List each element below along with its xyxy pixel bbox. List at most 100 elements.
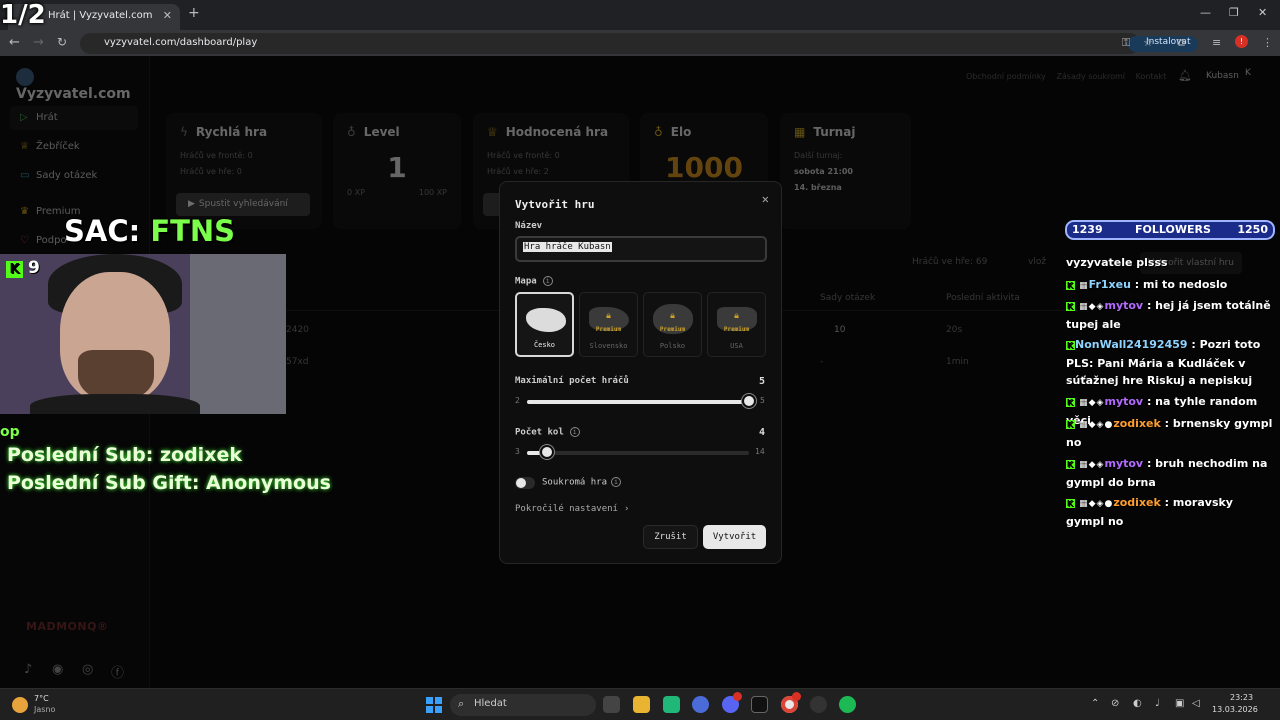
back-icon[interactable]: ← [9,35,20,50]
window-close-icon[interactable]: ✕ [1258,6,1267,19]
max-players-label: Maximální počet hráčů [515,376,629,386]
max-players-value: 5 [758,376,765,387]
reload-icon[interactable]: ↻ [57,35,67,49]
chat-badges-icon: K ▦◆◈ [1066,398,1105,408]
notification-badge [733,692,742,701]
kick-logo-icon: K [6,261,23,278]
menu-icon[interactable]: ⋮ [1262,36,1273,49]
password-key-icon[interactable]: ⚿ [1122,36,1130,50]
browser-toolbar: ← → ↻ vyzyvatel.com/dashboard/play Insta… [0,30,1280,56]
weather-temp[interactable]: 7°C [34,694,49,703]
lock-icon: 🔒︎ [606,311,611,321]
taskbar-search[interactable]: ⌕ Hledat [450,694,596,716]
info-icon[interactable]: i [569,427,580,437]
tray-chevron-icon[interactable]: ⌃ [1091,698,1099,709]
volume-icon[interactable]: ◁ [1192,698,1200,709]
address-bar[interactable]: vyzyvatel.com/dashboard/play Instalovat [80,33,1199,54]
chat-message: K ▦◆◈ mytov : hej já jsem totálně tupej … [1066,299,1271,331]
chevron-right-icon: › [623,504,630,514]
epic-games-icon[interactable] [751,696,768,713]
weather-moon-icon[interactable] [12,697,28,713]
clock-time[interactable]: 23:23 [1230,693,1253,702]
spotify-icon[interactable] [839,696,856,713]
info-icon[interactable]: i [542,276,553,286]
file-explorer-icon[interactable] [633,696,650,713]
chat-badges-icon: K ▦◆◈● [1066,420,1114,430]
chat-badges-icon: K [1066,341,1075,350]
new-tab-icon[interactable]: + [188,5,200,21]
name-label: Název [515,221,543,231]
weather-desc[interactable]: Jasno [34,705,55,714]
chat-badges-icon: K ▦ [1066,281,1089,291]
last-sub: Poslední Sub: zodixek [7,444,242,466]
chat-message: K ▦◆◈ mytov : bruh nechodim na gympl do … [1066,457,1268,489]
profile-alert-icon[interactable]: ! [1235,35,1248,48]
chat-message: K ▦ Fr1xeu : mi to nedoslo [1066,276,1274,295]
game-name-input[interactable]: Hra hráče Kubasn [515,236,767,262]
slider-fill [527,400,749,404]
cancel-button[interactable]: Zrušit [643,525,698,549]
clock-date[interactable]: 13.03.2026 [1212,705,1258,714]
kick-viewer-count: K9 [6,258,40,278]
chat-message: K ▦◆◈● zodixek : brnensky gympl no [1066,417,1273,449]
microphone-icon[interactable]: ♩ [1155,698,1160,709]
chat-message: vyzyvatele plsss [1066,256,1168,269]
slider-min: 2 [515,396,520,405]
notification-badge [792,692,801,701]
create-game-dialog: Vytvořit hru ✕ Název Hra hráče Kubasn Ma… [499,181,782,564]
chat-badges-icon: K ▦◆◈● [1066,499,1114,509]
slider-handle[interactable] [742,394,756,408]
windows-taskbar: 7°C Jasno ⌕ Hledat ⌃ ⊘ ◐ ♩ ▣ ◁ 23:23 13.0… [0,688,1280,720]
slider-min: 3 [515,447,520,456]
network-icon[interactable]: ▣ [1175,698,1184,709]
minimize-icon[interactable]: — [1200,6,1211,19]
slider-max: 14 [755,447,765,456]
rounds-value: 4 [758,427,765,438]
creator-code: SAC: FTNS [64,214,236,248]
private-game-label: Soukromá hra i [542,477,622,488]
dialog-title: Vytvořit hru [515,198,595,211]
chat-badges-icon: K ▦◆◈ [1066,460,1105,470]
app-icon[interactable] [810,696,827,713]
tray-icon[interactable]: ⊘ [1111,698,1119,709]
maximize-icon[interactable]: ❐ [1229,6,1239,19]
overlay-fragment: op [0,424,20,440]
lock-icon: 🔒︎ [734,311,739,321]
followers-goal-bar: 1239 FOLLOWERS 1250 [1065,220,1275,240]
chat-badges-icon: K ▦◆◈ [1066,302,1105,312]
tab-title: Hrát | Vyzyvatel.com [48,10,153,21]
chat-message: K NonWall24192459 : Pozri toto PLS: Pani… [1066,338,1261,387]
bookmark-star-icon[interactable]: ☆ [1143,36,1153,49]
reading-list-icon[interactable]: ≡ [1212,36,1221,49]
max-players-slider[interactable] [527,394,756,408]
slider-handle[interactable] [540,445,555,459]
app-icon[interactable] [692,696,709,713]
create-button[interactable]: Vytvořit [703,525,766,549]
last-sub-gift: Poslední Sub Gift: Anonymous [7,472,331,494]
app-icon[interactable] [663,696,680,713]
start-button[interactable] [426,697,442,713]
map-option-poland[interactable]: 🔒︎ Premium Polsko [643,292,702,357]
forward-icon[interactable]: → [33,35,44,50]
info-icon[interactable]: i [611,477,622,487]
close-icon[interactable]: ✕ [762,192,769,206]
search-icon: ⌕ [458,697,465,710]
rounds-slider[interactable] [527,445,749,459]
private-game-toggle[interactable] [515,477,535,489]
map-label: Mapa i [515,276,553,287]
rounds-label: Počet kol i [515,427,580,438]
task-view-icon[interactable] [603,696,620,713]
url-text: vyzyvatel.com/dashboard/play [104,37,258,48]
tab-close-icon[interactable]: ✕ [163,9,172,22]
tray-icon[interactable]: ◐ [1133,698,1142,709]
map-option-usa[interactable]: 🔒︎ Premium USA [707,292,766,357]
advanced-settings-link[interactable]: Pokročilé nastavení › [515,504,629,514]
map-option-slovakia[interactable]: 🔒︎ Premium Slovensko [579,292,638,357]
extensions-icon[interactable]: ⧉ [1177,36,1185,50]
webcam-feed [0,254,286,414]
lock-icon: 🔒︎ [670,311,675,321]
install-button[interactable]: Instalovat [1128,36,1199,52]
page-counter: 1/2 [0,0,46,30]
browser-tab-bar: Hrát | Vyzyvatel.com ✕ + — ❐ ✕ [0,0,1280,30]
map-option-czechia[interactable]: Česko [515,292,574,357]
